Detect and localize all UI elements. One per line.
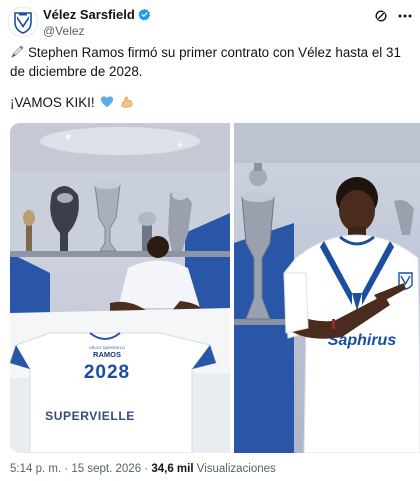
meta-separator-2: ·: [144, 463, 149, 475]
velez-crest-icon[interactable]: [8, 7, 38, 37]
views-label: Visualizaciones: [196, 463, 276, 475]
tweet-text: Stephen Ramos firmó su primer contrato c…: [10, 43, 414, 112]
account-handle[interactable]: @Velez: [43, 24, 85, 38]
tweet-line-1: Stephen Ramos firmó su primer contrato c…: [10, 45, 401, 79]
grok-icon[interactable]: [374, 9, 388, 23]
account-name-row[interactable]: Vélez Sarsfield: [43, 7, 151, 22]
meta-separator: ·: [64, 463, 69, 475]
shirt-name-text: RAMOS: [93, 350, 121, 359]
account-name[interactable]: Vélez Sarsfield: [43, 7, 135, 22]
pen-emoji-icon: [11, 45, 24, 58]
tweet-date[interactable]: 15 sept. 2026: [71, 463, 141, 475]
shirt-sponsor-text: SUPERVIELLE: [45, 409, 135, 423]
tweet-media-gallery: VÉLEZ SARSFIELD RAMOS 2028 SUPERVIELLE S…: [10, 123, 420, 453]
flexed-biceps-emoji-icon: [121, 96, 133, 108]
player-portrait-photo[interactable]: Saphirus: [234, 123, 420, 453]
tweet-header: Vélez Sarsfield @Velez: [0, 0, 420, 44]
tweet-line-2: ¡VAMOS KIKI!: [10, 95, 95, 110]
blue-heart-emoji-icon: [101, 96, 114, 108]
tweet-meta: 5:14 p. m. · 15 sept. 2026 · 34,6 mil Vi…: [10, 463, 276, 475]
verified-badge-icon: [138, 8, 150, 21]
views-count: 34,6 mil: [151, 463, 194, 475]
signing-photo[interactable]: VÉLEZ SARSFIELD RAMOS 2028 SUPERVIELLE: [10, 123, 230, 453]
more-options-icon[interactable]: [397, 9, 413, 23]
shirt-number-text: 2028: [84, 362, 130, 383]
tweet-time[interactable]: 5:14 p. m.: [10, 463, 61, 475]
